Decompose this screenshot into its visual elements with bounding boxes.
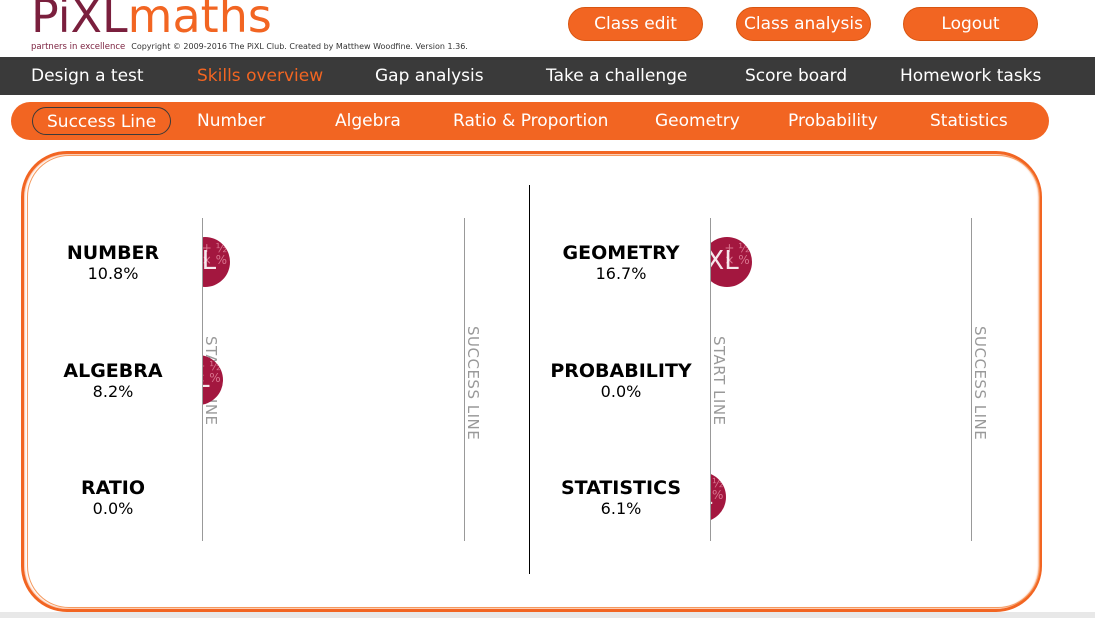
nav-take-a-challenge[interactable]: Take a challenge	[546, 57, 687, 95]
skill-statistics: STATISTICS 6.1%	[541, 477, 701, 519]
tab-geometry[interactable]: Geometry	[655, 102, 740, 140]
logout-button[interactable]: Logout	[903, 7, 1038, 41]
nav-homework-tasks[interactable]: Homework tasks	[900, 57, 1041, 95]
nav-score-board[interactable]: Score board	[745, 57, 847, 95]
tab-number[interactable]: Number	[197, 102, 265, 140]
left-track-area: + ½× %XL + ½× %XL + ½× %XL	[203, 220, 464, 540]
skill-name: ALGEBRA	[63, 360, 163, 382]
skill-name: NUMBER	[66, 242, 160, 264]
skill-percent: 8.2%	[92, 382, 134, 401]
left-success-line-label: SUCCESS LINE	[464, 326, 482, 441]
nav-design-a-test[interactable]: Design a test	[31, 57, 144, 95]
bottom-scroll-strip	[0, 612, 1095, 618]
sub-nav: Success Line Number Algebra Ratio & Prop…	[11, 102, 1049, 140]
skill-percent: 0.0%	[92, 499, 134, 518]
skill-percent: 0.0%	[600, 382, 642, 401]
skill-name: RATIO	[80, 477, 146, 499]
tab-statistics[interactable]: Statistics	[930, 102, 1008, 140]
tab-algebra[interactable]: Algebra	[335, 102, 401, 140]
skill-probability: PROBABILITY 0.0%	[541, 360, 701, 402]
right-track-area: + ½× %XL + ½× %XL + ½× %XL	[711, 220, 971, 540]
right-success-line-label: SUCCESS LINE	[971, 326, 989, 441]
skill-algebra: ALGEBRA 8.2%	[33, 360, 193, 402]
skill-percent: 6.1%	[600, 499, 642, 518]
pixl-ball-icon: + ½× %XL	[203, 237, 230, 287]
nav-skills-overview[interactable]: Skills overview	[197, 57, 323, 95]
pixl-ball-icon: + ½× %XL	[711, 472, 727, 522]
pixl-ball-icon: + ½× %XL	[711, 237, 753, 287]
logo-maths-text: maths	[127, 0, 272, 43]
tab-probability[interactable]: Probability	[788, 102, 878, 140]
skill-name: PROBABILITY	[550, 360, 692, 382]
panel-divider	[529, 185, 530, 574]
pixl-maths-logo: PiXLmaths	[31, 0, 272, 44]
tagline-text: partners in excellence	[31, 42, 126, 52]
skill-percent: 10.8%	[87, 264, 139, 283]
skill-geometry: GEOMETRY 16.7%	[541, 242, 701, 284]
skill-number: NUMBER 10.8%	[33, 242, 193, 284]
copyright-text: Copyright © 2009-2016 The PiXL Club. Cre…	[131, 42, 468, 51]
skill-ratio: RATIO 0.0%	[33, 477, 193, 519]
tab-ratio-proportion[interactable]: Ratio & Proportion	[453, 102, 608, 140]
nav-gap-analysis[interactable]: Gap analysis	[375, 57, 484, 95]
skill-name: GEOMETRY	[562, 242, 680, 264]
header-tagline: partners in excellence Copyright © 2009-2…	[31, 42, 468, 52]
logo-pixl-text: PiXL	[31, 0, 128, 43]
class-analysis-button[interactable]: Class analysis	[736, 7, 871, 41]
pixl-ball-icon: + ½× %XL	[203, 355, 224, 405]
tab-success-line[interactable]: Success Line	[32, 107, 172, 135]
skill-name: STATISTICS	[560, 477, 682, 499]
class-edit-button[interactable]: Class edit	[568, 7, 703, 41]
main-nav: Design a test Skills overview Gap analys…	[0, 57, 1095, 95]
skill-percent: 16.7%	[595, 264, 647, 283]
